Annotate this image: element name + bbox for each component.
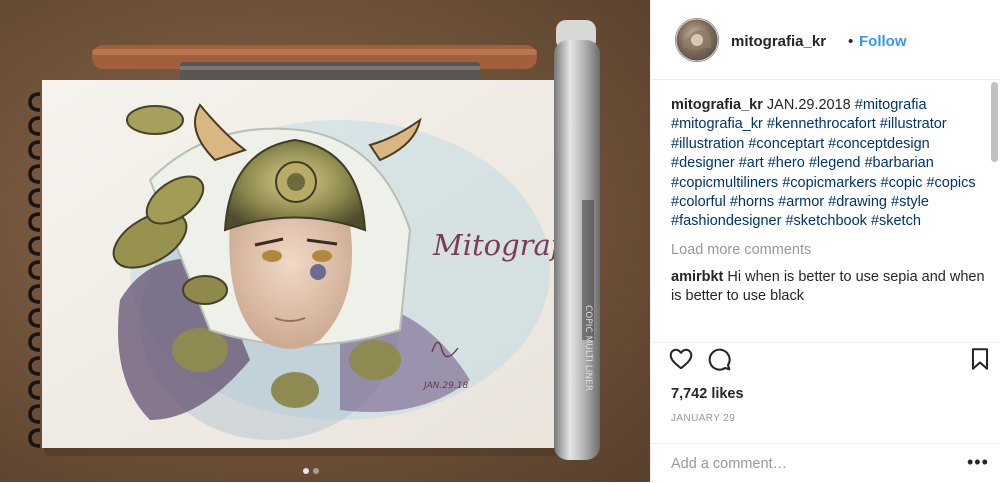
add-comment-section: ••• xyxy=(651,443,1000,483)
carousel-dot[interactable] xyxy=(313,468,319,474)
instagram-post: Mitografia JAN.29.18 COPIC MULTI LINER m… xyxy=(0,0,1000,482)
caption-username[interactable]: mitografia_kr xyxy=(671,97,763,113)
post-date: JANUARY 29 xyxy=(671,413,736,424)
drawing-date: JAN.29.18 xyxy=(422,381,468,391)
caption-text: JAN.29.2018 xyxy=(766,97,851,113)
post-caption: mitografia_kr JAN.29.2018 #mitografia #m… xyxy=(671,96,987,232)
heart-icon[interactable] xyxy=(668,346,694,377)
more-options-button[interactable]: ••• xyxy=(967,452,989,472)
header-username[interactable]: mitografia_kr xyxy=(731,33,826,50)
carousel-indicator[interactable] xyxy=(303,468,319,474)
sketchbook-photo: Mitografia JAN.29.18 COPIC MULTI LINER xyxy=(28,20,600,460)
post-actions: 7,742 likes JANUARY 29 ••• xyxy=(651,342,1000,482)
comment-bubble-icon[interactable] xyxy=(706,346,732,377)
likes-count[interactable]: 7,742 likes xyxy=(671,386,744,402)
avatar-image-icon xyxy=(675,18,719,62)
post-header: mitografia_kr • Follow xyxy=(651,0,1000,80)
load-more-comments-button[interactable]: Load more comments xyxy=(671,242,987,258)
avatar[interactable] xyxy=(675,18,719,62)
comments-list[interactable]: mitografia_kr JAN.29.2018 #mitografia #m… xyxy=(671,96,987,336)
header-separator: • xyxy=(848,33,854,50)
post-side-panel: mitografia_kr • Follow mitografia_kr JAN… xyxy=(650,0,1000,482)
comment-item: amirbkt Hi when is better to use sepia a… xyxy=(671,268,987,307)
scrollbar-thumb[interactable] xyxy=(991,82,998,162)
bookmark-icon[interactable] xyxy=(967,346,993,377)
comment-username[interactable]: amirbkt xyxy=(671,269,723,285)
marker-brand: COPIC MULTI LINER xyxy=(583,305,593,391)
silver-marker: COPIC MULTI LINER xyxy=(554,20,600,460)
follow-button[interactable]: Follow xyxy=(859,33,907,50)
post-image[interactable]: Mitografia JAN.29.18 COPIC MULTI LINER xyxy=(0,0,650,482)
comment-input[interactable] xyxy=(671,452,941,476)
caption-hashtags[interactable]: #mitografia #mitografia_kr #kennethrocaf… xyxy=(671,97,976,229)
carousel-dot-active[interactable] xyxy=(303,468,309,474)
comments-scrollbar[interactable] xyxy=(991,80,998,342)
